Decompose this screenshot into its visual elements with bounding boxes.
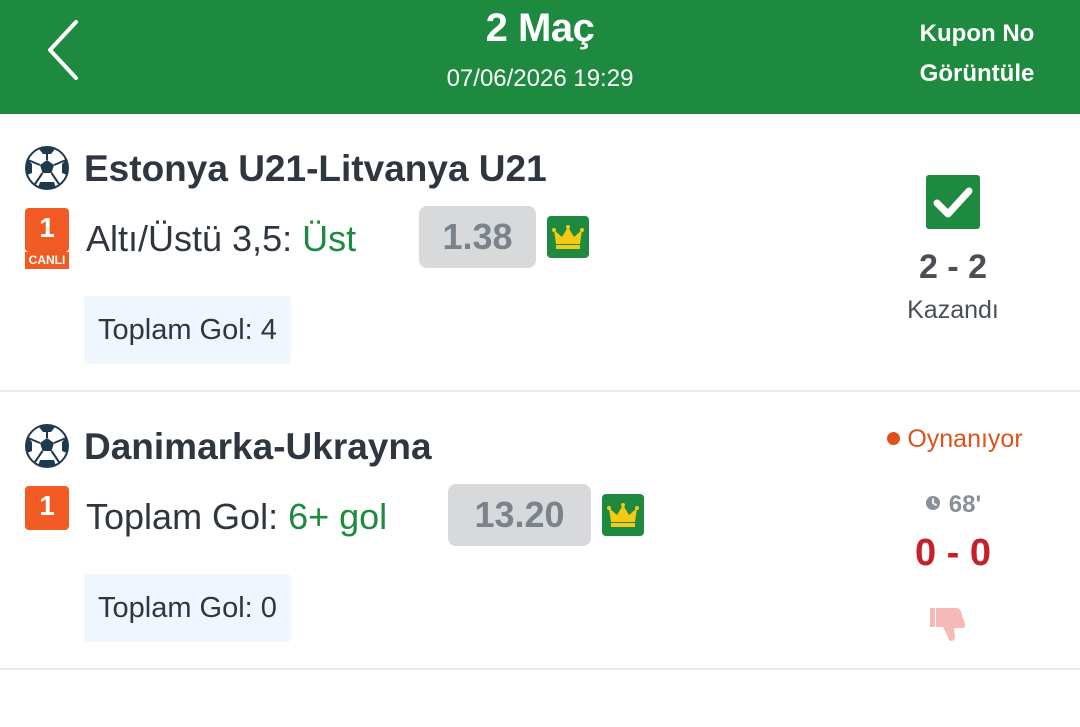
market-label: Altı/Üstü 3,5: xyxy=(86,218,293,259)
match-name: Danimarka-Ukrayna xyxy=(84,426,432,467)
soccer-ball-icon xyxy=(25,146,69,190)
check-icon xyxy=(926,175,980,229)
market-line: Altı/Üstü 3,5: Üst xyxy=(86,218,356,260)
match-minute-value: 68' xyxy=(948,491,982,518)
market-line: Toplam Gol: 6+ gol xyxy=(86,496,387,538)
match-score: 0 - 0 xyxy=(914,532,992,574)
crown-icon xyxy=(602,494,644,536)
thumb-down-icon[interactable] xyxy=(930,604,972,644)
crown-icon xyxy=(547,216,589,258)
match-name: Estonya U21-Litvanya U21 xyxy=(84,148,547,189)
odds-box[interactable]: 1.38 xyxy=(419,206,536,268)
odds-box[interactable]: 13.20 xyxy=(448,484,591,546)
view-coupon-line2: Görüntüle xyxy=(919,60,1035,87)
bet-card[interactable]: Danimarka-Ukrayna 1 Toplam Gol: 6+ gol 1… xyxy=(0,392,1080,670)
live-badge-label: CANLI xyxy=(25,252,69,269)
clock-icon xyxy=(925,496,940,510)
live-badge: 1 xyxy=(25,208,69,252)
view-coupon-no-button[interactable]: Kupon No Görüntüle xyxy=(912,14,1042,94)
view-coupon-line1: Kupon No xyxy=(919,20,1035,47)
bet-result: Kazandı xyxy=(907,296,999,324)
live-status-label: Oynanıyor xyxy=(907,425,1023,453)
live-badge: 1 xyxy=(25,486,69,530)
match-minute: 68' xyxy=(860,491,1046,519)
live-status: Oynanıyor xyxy=(870,425,1040,454)
soccer-ball-icon xyxy=(25,424,69,468)
live-badge-number: 1 xyxy=(39,212,55,243)
live-dot-icon xyxy=(887,432,901,445)
top-bar: 2 Maç 07/06/2026 19:29 Kupon No Görüntül… xyxy=(0,0,1080,114)
market-label: Toplam Gol: xyxy=(86,496,279,537)
total-goals-info: Toplam Gol: 4 xyxy=(84,296,291,364)
selected-pick: Üst xyxy=(302,218,357,259)
bet-list: Estonya U21-Litvanya U21 1 CANLI Altı/Üs… xyxy=(0,114,1080,670)
match-score: 2 - 2 xyxy=(918,248,988,286)
live-badge-number: 1 xyxy=(39,490,55,521)
total-goals-info: Toplam Gol: 0 xyxy=(84,574,291,642)
bet-card[interactable]: Estonya U21-Litvanya U21 1 CANLI Altı/Üs… xyxy=(0,114,1080,392)
selected-pick: 6+ gol xyxy=(288,496,388,537)
